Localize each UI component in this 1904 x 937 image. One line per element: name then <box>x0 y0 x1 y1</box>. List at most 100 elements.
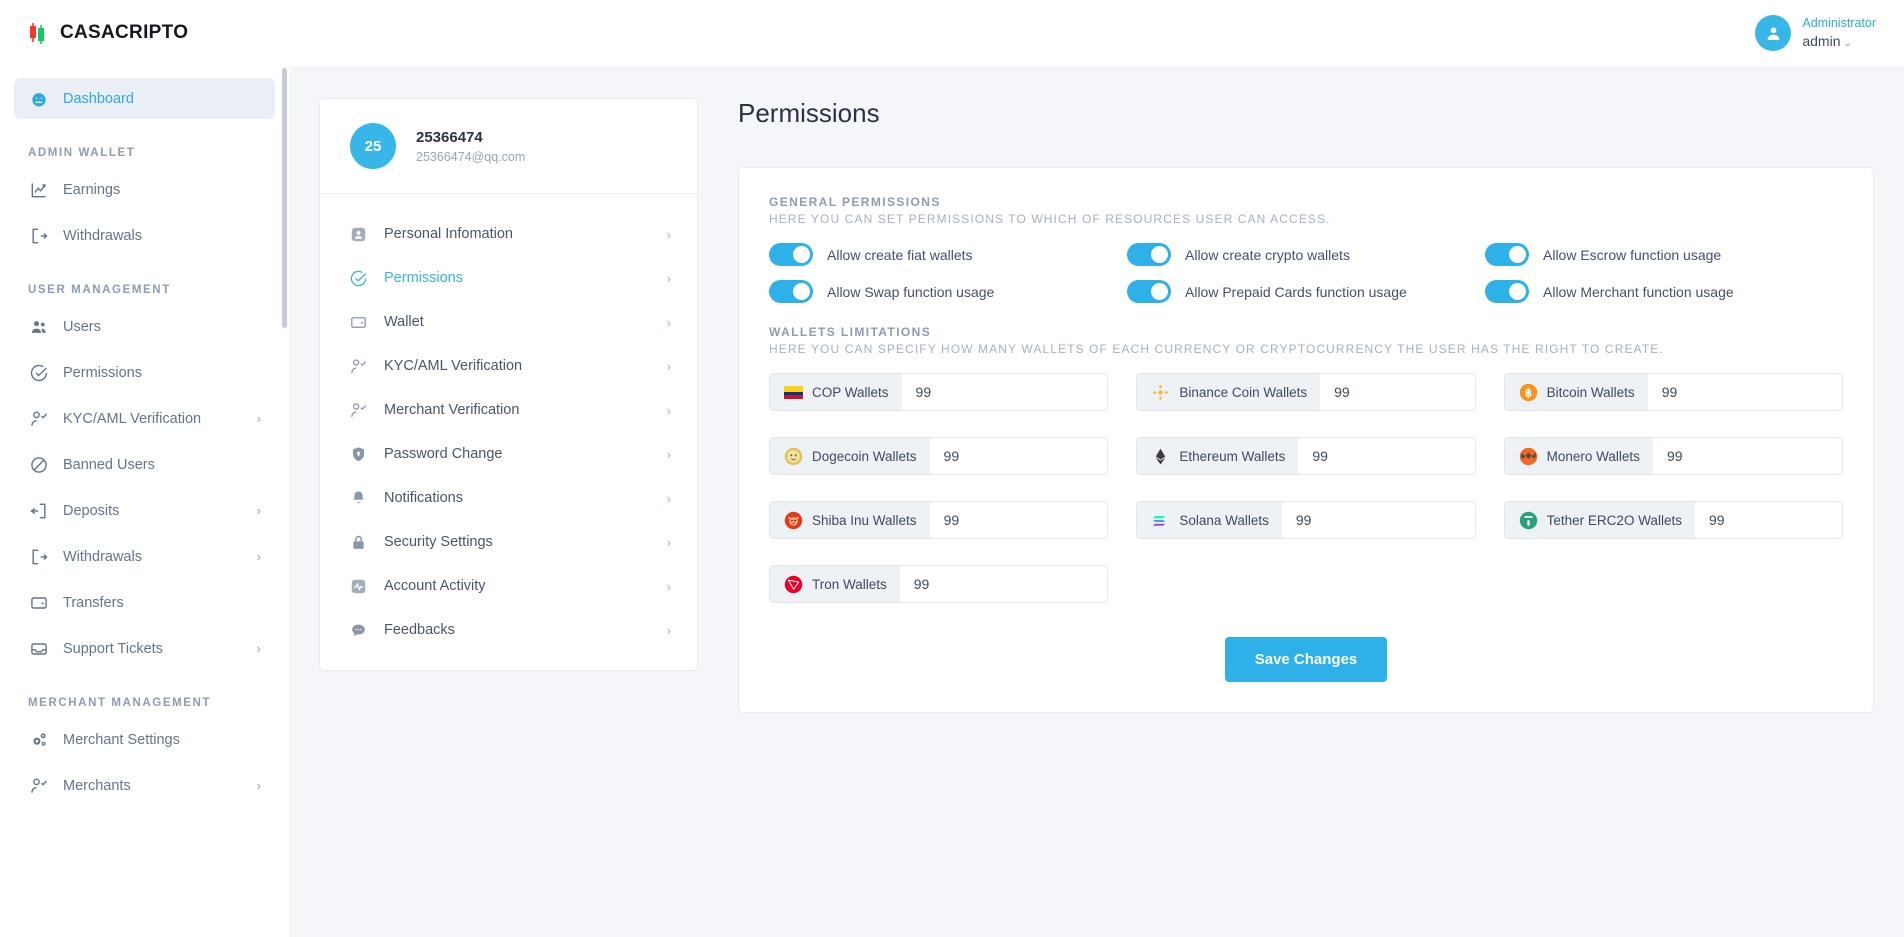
wallet-limit-input[interactable] <box>900 566 1108 602</box>
wallet-tag: Tether ERC2O Wallets <box>1505 502 1695 538</box>
sidebar-item-deposits[interactable]: Deposits › <box>14 490 275 531</box>
profile-menu-item-password-change[interactable]: Password Change › <box>320 432 697 476</box>
general-permissions-toggles: Allow create fiat wallets Allow create c… <box>769 243 1843 303</box>
user-check-icon <box>348 400 368 420</box>
toggle-label: Allow Swap function usage <box>827 284 994 300</box>
wallet-limit-input[interactable] <box>1298 438 1474 474</box>
profile-menu-item-kyc-aml-verification[interactable]: KYC/AML Verification › <box>320 344 697 388</box>
lock-icon <box>348 532 368 552</box>
sidebar-item-dashboard[interactable]: Dashboard <box>14 78 275 119</box>
sidebar-item-users[interactable]: Users <box>14 306 275 347</box>
sidebar-item-label: Merchants <box>63 778 243 794</box>
toggle-knob <box>793 283 810 300</box>
toggle-knob <box>1509 283 1526 300</box>
sidebar-item-support-tickets[interactable]: Support Tickets › <box>14 628 275 669</box>
sidebar-item-label: Transfers <box>63 595 261 611</box>
chevron-right-icon: › <box>667 315 671 330</box>
chevron-right-icon: › <box>257 778 261 793</box>
profile-menu-item-security-settings[interactable]: Security Settings › <box>320 520 697 564</box>
profile-menu-item-account-activity[interactable]: Account Activity › <box>320 564 697 608</box>
profile-menu-item-feedbacks[interactable]: Feedbacks › <box>320 608 697 652</box>
sidebar-nav: Dashboard ADMIN WALLET Earnings Withdraw… <box>0 66 289 806</box>
wallets-limitations-title: WALLETS LIMITATIONS <box>769 325 1843 339</box>
bitcoin-icon: ฿ <box>1519 383 1538 402</box>
sidebar-item-withdrawals-user[interactable]: Withdrawals › <box>14 536 275 577</box>
toggle-allow-escrow-function-usage[interactable]: Allow Escrow function usage <box>1485 243 1843 266</box>
wallet-limit-input[interactable] <box>930 502 1108 538</box>
toggle-switch[interactable] <box>769 243 813 266</box>
profile-menu-label: Security Settings <box>384 534 651 550</box>
sidebar-item-label: Earnings <box>63 182 261 198</box>
brand-logo[interactable]: CASACRIPTO <box>0 0 289 66</box>
profile-menu-label: Merchant Verification <box>384 402 651 418</box>
wallet-grid-spacer <box>1504 565 1843 603</box>
profile-menu-item-wallet[interactable]: Wallet › <box>320 300 697 344</box>
ethereum-icon <box>1151 447 1170 466</box>
sidebar-item-permissions[interactable]: Permissions <box>14 352 275 393</box>
toggle-switch[interactable] <box>1485 280 1529 303</box>
toggle-allow-prepaid-cards-function-usage[interactable]: Allow Prepaid Cards function usage <box>1127 280 1485 303</box>
toggle-switch[interactable] <box>1127 280 1171 303</box>
avatar <box>1755 15 1791 51</box>
chevron-right-icon: › <box>667 271 671 286</box>
profile-menu-item-personal-information[interactable]: Personal Infomation › <box>320 212 697 256</box>
chevron-down-icon[interactable]: ⌄ <box>1844 38 1852 49</box>
deposit-icon <box>28 500 49 521</box>
monero-icon <box>1519 447 1538 466</box>
chevron-right-icon: › <box>667 227 671 242</box>
tron-icon <box>784 575 803 594</box>
wallet-name: Bitcoin Wallets <box>1547 385 1635 400</box>
profile-menu-label: Account Activity <box>384 578 651 594</box>
toggle-allow-create-crypto-wallets[interactable]: Allow create crypto wallets <box>1127 243 1485 266</box>
sidebar-item-label: Withdrawals <box>63 549 243 565</box>
profile-menu-item-merchant-verification[interactable]: Merchant Verification › <box>320 388 697 432</box>
wallet-limit-input[interactable] <box>930 438 1108 474</box>
sidebar-item-merchant-settings[interactable]: Merchant Settings <box>14 719 275 760</box>
sidebar-scrollbar[interactable] <box>282 68 287 328</box>
wallet-limit-ethereum: Ethereum Wallets <box>1136 437 1475 475</box>
sidebar-item-withdrawals-admin[interactable]: Withdrawals <box>14 215 275 256</box>
sidebar-scroll-area[interactable]: CASACRIPTO Dashboard ADMIN WALLET Earnin… <box>0 0 289 937</box>
sidebar-item-banned-users[interactable]: Banned Users <box>14 444 275 485</box>
toggle-switch[interactable] <box>1127 243 1171 266</box>
toggle-label: Allow create fiat wallets <box>827 247 973 263</box>
sidebar-item-merchants[interactable]: Merchants › <box>14 765 275 806</box>
wallet-limit-input[interactable] <box>1653 438 1842 474</box>
wallet-limit-input[interactable] <box>1320 374 1475 410</box>
wallet-name: COP Wallets <box>812 385 889 400</box>
top-bar: Administrator admin⌄ <box>289 0 1904 66</box>
wallet-name: Tether ERC2O Wallets <box>1547 513 1682 528</box>
profile-card: 25 25366474 25366474@qq.com Personal Inf… <box>319 98 698 671</box>
wallet-limit-input[interactable] <box>1282 502 1475 538</box>
toggle-allow-create-fiat-wallets[interactable]: Allow create fiat wallets <box>769 243 1127 266</box>
wallet-tag: Solana Wallets <box>1137 502 1282 538</box>
toggle-allow-merchant-function-usage[interactable]: Allow Merchant function usage <box>1485 280 1843 303</box>
wallet-limit-input[interactable] <box>902 374 1108 410</box>
sidebar-item-earnings[interactable]: Earnings <box>14 169 275 210</box>
profile-menu-label: Feedbacks <box>384 622 651 638</box>
toggle-allow-swap-function-usage[interactable]: Allow Swap function usage <box>769 280 1127 303</box>
profile-menu-label: KYC/AML Verification <box>384 358 651 374</box>
wallet-limit-binance-coin: Binance Coin Wallets <box>1136 373 1475 411</box>
sidebar-item-kyc-aml-verification[interactable]: KYC/AML Verification › <box>14 398 275 439</box>
general-permissions-title: GENERAL PERMISSIONS <box>769 195 1843 209</box>
wallet-limit-input[interactable] <box>1695 502 1842 538</box>
wallet-name: Monero Wallets <box>1547 449 1640 464</box>
content-area: 25 25366474 25366474@qq.com Personal Inf… <box>289 66 1904 937</box>
save-changes-button[interactable]: Save Changes <box>1225 637 1388 682</box>
bell-icon <box>348 488 368 508</box>
profile-menu-item-notifications[interactable]: Notifications › <box>320 476 697 520</box>
user-menu[interactable]: Administrator admin⌄ <box>1755 15 1876 51</box>
sidebar-section-title: MERCHANT MANAGEMENT <box>14 674 275 719</box>
profile-menu-item-permissions[interactable]: Permissions › <box>320 256 697 300</box>
wallet-limit-input[interactable] <box>1648 374 1842 410</box>
profile-menu-label: Personal Infomation <box>384 226 651 242</box>
chevron-right-icon: › <box>667 579 671 594</box>
toggle-switch[interactable] <box>769 280 813 303</box>
wallets-limitations-subtitle: HERE YOU CAN SPECIFY HOW MANY WALLETS OF… <box>769 342 1843 356</box>
chevron-right-icon: › <box>257 503 261 518</box>
toggle-switch[interactable] <box>1485 243 1529 266</box>
wallet-limit-monero: Monero Wallets <box>1504 437 1843 475</box>
user-check-icon <box>28 408 49 429</box>
sidebar-item-transfers[interactable]: Transfers <box>14 582 275 623</box>
